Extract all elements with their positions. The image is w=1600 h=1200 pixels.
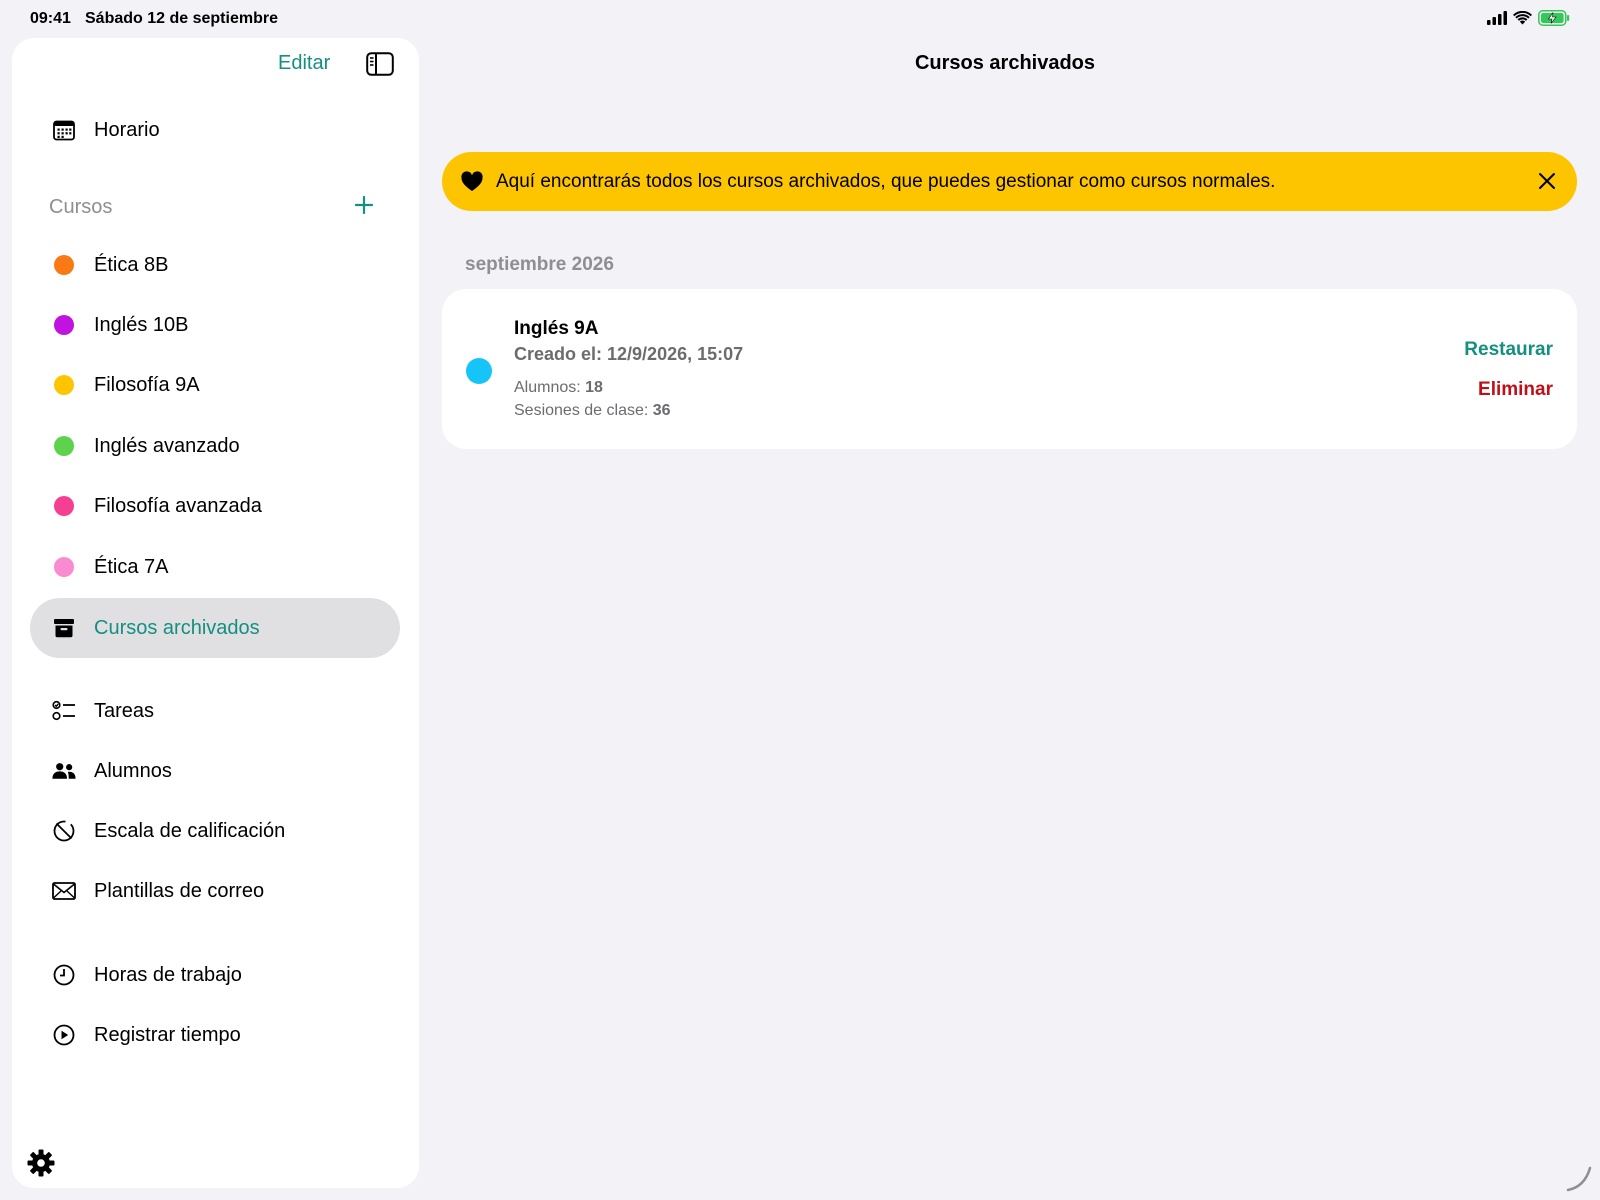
sidebar-course-item[interactable]: Filosofía 9A [30,355,400,415]
students-value: 18 [585,379,603,396]
sidebar-item-label: Horario [94,118,160,141]
page-title: Cursos archivados [914,52,1096,74]
settings-gear-icon[interactable] [26,1148,56,1178]
sidebar-item-label: Horas de trabajo [94,963,242,986]
sidebar-item-label: Plantillas de correo [94,879,265,902]
course-label: Filosofía avanzada [94,494,262,517]
archive-box-icon [52,616,76,640]
sidebar-item-label: Cursos archivados [94,616,260,639]
course-created-date: Creado el: 12/9/2026, 15:07 [514,344,744,364]
course-label: Inglés avanzado [94,434,240,457]
month-section-header: septiembre 2026 [465,254,614,275]
add-course-icon[interactable] [350,191,378,219]
signal-icon [1487,11,1507,25]
sidebar-item-archived-courses[interactable]: Cursos archivados [30,598,400,658]
sidebar-item-tareas[interactable]: Tareas [30,681,400,741]
course-color-dot [54,315,74,335]
grading-scale-icon [52,819,76,843]
people-icon [52,759,76,783]
sessions-label: Sesiones de clase: [514,402,649,419]
wifi-icon [1513,11,1532,25]
restore-button[interactable]: Restaurar [1464,339,1553,361]
sidebar-item-escala[interactable]: Escala de calificación [30,801,400,861]
heart-icon [461,170,483,191]
play-circle-icon [52,1023,76,1047]
course-label: Ética 7A [94,555,169,578]
checklist-icon [52,699,76,723]
info-banner: Aquí encontrarás todos los cursos archiv… [442,152,1577,211]
calendar-icon [52,118,76,142]
course-color-dot [466,358,492,384]
sidebar-course-item[interactable]: Ética 8B [30,235,400,295]
sidebar-course-item[interactable]: Filosofía avanzada [30,476,400,536]
sidebar-item-horas-trabajo[interactable]: Horas de trabajo [30,945,400,1005]
resize-handle-icon[interactable] [1564,1164,1592,1192]
courses-section-title: Cursos [49,196,113,218]
sidebar-course-item[interactable]: Ética 7A [30,537,400,597]
sidebar-item-label: Escala de calificación [94,819,286,842]
close-icon[interactable] [1535,169,1559,193]
students-count: Alumnos: 18 [514,379,603,397]
sidebar-item-label: Tareas [94,699,155,722]
sidebar-item-horario[interactable]: Horario [30,100,400,160]
status-time: 09:41 [30,10,71,27]
course-color-dot [54,436,74,456]
banner-text: Aquí encontrarás todos los cursos archiv… [496,170,1276,192]
course-color-dot [54,496,74,516]
sessions-value: 36 [652,402,671,419]
battery-charging-icon [1538,10,1570,26]
status-date: Sábado 12 de septiembre [85,10,278,27]
course-label: Ética 8B [94,253,169,276]
delete-button[interactable]: Eliminar [1478,379,1553,401]
status-icons [1487,10,1570,26]
sidebar-item-plantillas[interactable]: Plantillas de correo [30,861,400,921]
archived-course-card[interactable]: Inglés 9A Creado el: 12/9/2026, 15:07 Al… [442,289,1577,449]
course-color-dot [54,255,74,275]
course-label: Inglés 10B [94,313,189,336]
edit-button[interactable]: Editar [278,52,330,75]
course-color-dot [54,557,74,577]
course-title: Inglés 9A [514,318,599,339]
status-bar: 09:41 Sábado 12 de septiembre [0,0,1600,36]
envelope-icon [52,879,76,903]
sidebar: Editar Horario Cursos Ética 8B Inglés 10… [12,38,419,1188]
sidebar-item-registrar-tiempo[interactable]: Registrar tiempo [30,1005,400,1065]
sidebar-item-label: Registrar tiempo [94,1023,241,1046]
clock-icon [52,963,76,987]
sidebar-item-label: Alumnos [94,759,172,782]
sidebar-toggle-icon[interactable] [366,52,394,76]
sessions-count: Sesiones de clase: 36 [514,402,671,420]
course-color-dot [54,375,74,395]
sidebar-item-alumnos[interactable]: Alumnos [30,741,400,801]
sidebar-course-item[interactable]: Inglés 10B [30,295,400,355]
students-label: Alumnos: [514,379,581,396]
sidebar-course-item[interactable]: Inglés avanzado [30,416,400,476]
course-label: Filosofía 9A [94,373,200,396]
